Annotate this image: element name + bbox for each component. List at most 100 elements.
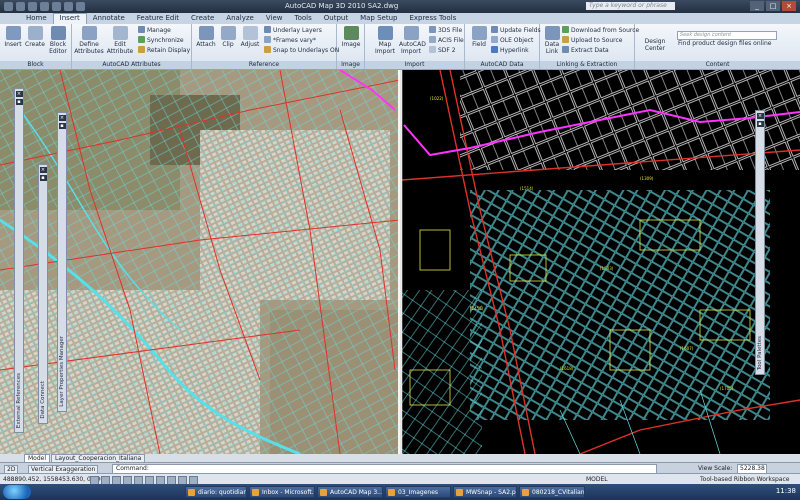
retain-display-dropdown[interactable]: Retain Display bbox=[138, 46, 190, 55]
hyperlink-button[interactable]: Hyperlink bbox=[491, 46, 529, 55]
tab-home[interactable]: Home bbox=[20, 13, 53, 24]
tab-view[interactable]: View bbox=[260, 13, 289, 24]
underlay-layers-button[interactable]: Underlay Layers bbox=[264, 26, 322, 35]
adjust-button[interactable]: Adjust bbox=[238, 26, 262, 48]
reference-panel-title[interactable]: Reference bbox=[192, 61, 336, 69]
block-editor-button[interactable]: Block Editor bbox=[46, 26, 70, 55]
tab-model[interactable]: Model bbox=[24, 454, 51, 462]
tab-analyze[interactable]: Analyze bbox=[220, 13, 260, 24]
tab-map-setup[interactable]: Map Setup bbox=[354, 13, 403, 24]
palette-autohide-icon[interactable]: ▪ bbox=[58, 123, 66, 129]
define-attributes-button[interactable]: Define Attributes bbox=[74, 26, 104, 55]
import-sdf-button[interactable]: SDF 2 bbox=[429, 46, 456, 55]
taskbar-item[interactable]: AutoCAD Map 3... bbox=[317, 486, 383, 498]
model-space-indicator[interactable]: MODEL bbox=[586, 475, 608, 484]
help-search-input[interactable]: Type a keyword or phrase bbox=[586, 2, 675, 10]
synchronize-button[interactable]: Synchronize bbox=[138, 36, 184, 45]
redo-icon[interactable] bbox=[64, 2, 73, 11]
plot-icon[interactable] bbox=[76, 2, 85, 11]
layout-tabs: Model Layout_Cooperacion_Italiana bbox=[0, 454, 800, 462]
taskbar-item[interactable]: 03_Imagenes bbox=[385, 486, 451, 498]
block-panel-title[interactable]: Block bbox=[0, 61, 71, 69]
drawing-viewport[interactable]: (1022) (1514) (1503) (1607) (1455) (1618) (… bbox=[0, 70, 800, 454]
tab-express-tools[interactable]: Express Tools bbox=[403, 13, 462, 24]
start-button[interactable] bbox=[3, 485, 31, 499]
data-panel-title[interactable]: AutoCAD Data bbox=[465, 61, 539, 69]
design-content-search-input[interactable]: Seek design content bbox=[677, 31, 777, 40]
palette-autohide-icon[interactable]: ▪ bbox=[756, 121, 764, 127]
taskbar-item[interactable]: diario: quotidian... bbox=[185, 486, 247, 498]
title-bar: AutoCAD Map 3D 2010 SA2.dwg Type a keywo… bbox=[0, 0, 800, 13]
layer-properties-palette[interactable]: × ▪ Layer Properties Manager bbox=[57, 112, 67, 412]
minimize-button[interactable]: _ bbox=[750, 1, 764, 11]
update-fields-button[interactable]: Update Fields bbox=[491, 26, 541, 35]
manage-button[interactable]: Manage bbox=[138, 26, 171, 35]
upload-icon bbox=[562, 36, 569, 43]
palette-close-icon[interactable]: × bbox=[15, 91, 23, 97]
map-import-button[interactable]: Map Import bbox=[373, 26, 397, 55]
taskbar-item[interactable]: 080218_CVitalian... bbox=[519, 486, 585, 498]
linking-panel-title[interactable]: Linking & Extraction bbox=[540, 61, 634, 69]
open-icon[interactable] bbox=[28, 2, 37, 11]
field-icon bbox=[471, 26, 487, 40]
tab-annotate[interactable]: Annotate bbox=[87, 13, 131, 24]
palette-autohide-icon[interactable]: ▪ bbox=[39, 175, 47, 181]
tab-create[interactable]: Create bbox=[185, 13, 220, 24]
insert-block-button[interactable]: Insert bbox=[1, 26, 25, 48]
palette-autohide-icon[interactable]: ▪ bbox=[15, 99, 23, 105]
upload-source-button[interactable]: Upload to Source bbox=[562, 36, 622, 45]
snap-underlays-dropdown[interactable]: Snap to Underlays ON bbox=[264, 46, 339, 55]
undo-icon[interactable] bbox=[52, 2, 61, 11]
external-references-palette[interactable]: × ▪ External References bbox=[14, 88, 24, 433]
new-icon[interactable] bbox=[16, 2, 25, 11]
synchronize-icon bbox=[138, 36, 145, 43]
save-icon[interactable] bbox=[40, 2, 49, 11]
system-clock[interactable]: 11:38 bbox=[776, 487, 796, 495]
retain-display-icon bbox=[138, 46, 145, 53]
ole-object-button[interactable]: OLE Object bbox=[491, 36, 533, 45]
app-menu-icon[interactable] bbox=[4, 2, 13, 11]
workspace-switcher[interactable]: Tool-based Ribbon Workspace bbox=[700, 475, 789, 484]
clip-button[interactable]: Clip bbox=[216, 26, 240, 48]
extract-data-button[interactable]: Extract Data bbox=[562, 46, 609, 55]
ole-object-icon bbox=[491, 36, 498, 43]
create-block-button[interactable]: Create bbox=[23, 26, 47, 48]
content-panel-title[interactable]: Content bbox=[635, 61, 800, 69]
tab-output[interactable]: Output bbox=[318, 13, 354, 24]
close-button[interactable]: × bbox=[782, 1, 796, 11]
image-panel-title[interactable]: Image bbox=[337, 61, 364, 69]
block-editor-icon bbox=[50, 26, 66, 40]
tool-palettes-palette[interactable]: × ▪ Tool Palettes bbox=[755, 110, 765, 375]
taskbar-item[interactable]: Inbox - Microsoft... bbox=[249, 486, 315, 498]
frames-vary-dropdown[interactable]: *Frames vary* bbox=[264, 36, 316, 45]
palette-close-icon[interactable]: × bbox=[58, 115, 66, 121]
map-canvas[interactable]: (1022) (1514) (1503) (1607) (1455) (1618) (… bbox=[0, 70, 800, 454]
download-source-button[interactable]: Download from Source bbox=[562, 26, 639, 35]
map-import-icon bbox=[377, 26, 393, 40]
data-link-button[interactable]: Data Link bbox=[540, 26, 564, 55]
find-design-files-link[interactable]: Find product design files online bbox=[678, 40, 771, 48]
frames-icon bbox=[264, 36, 271, 43]
attributes-panel-title[interactable]: AutoCAD Attributes bbox=[72, 61, 191, 69]
edit-attribute-button[interactable]: Edit Attribute bbox=[106, 26, 134, 55]
import-acis-button[interactable]: ACIS File bbox=[429, 36, 464, 45]
design-center-button[interactable]: Design Center bbox=[637, 38, 673, 52]
define-attributes-icon bbox=[81, 26, 97, 40]
import-panel-title[interactable]: Import bbox=[365, 61, 464, 69]
field-button[interactable]: Field bbox=[467, 26, 491, 48]
autocad-import-button[interactable]: AutoCAD Import bbox=[399, 26, 426, 55]
tab-tools[interactable]: Tools bbox=[289, 13, 318, 24]
sdf-icon bbox=[429, 46, 436, 53]
palette-close-icon[interactable]: × bbox=[756, 113, 764, 119]
data-connect-palette[interactable]: × ▪ Data Connect bbox=[38, 164, 48, 424]
tab-insert[interactable]: Insert bbox=[52, 13, 87, 24]
import-3ds-button[interactable]: 3DS File bbox=[429, 26, 462, 35]
attach-button[interactable]: Attach bbox=[194, 26, 218, 48]
image-button[interactable]: Image bbox=[339, 26, 363, 48]
tab-layout[interactable]: Layout_Cooperacion_Italiana bbox=[51, 454, 146, 462]
taskbar-item[interactable]: MWSnap - SA2.p... bbox=[453, 486, 517, 498]
palette-close-icon[interactable]: × bbox=[39, 167, 47, 173]
maximize-button[interactable]: □ bbox=[766, 1, 780, 11]
tab-feature-edit[interactable]: Feature Edit bbox=[131, 13, 185, 24]
quick-access-toolbar[interactable] bbox=[4, 2, 85, 11]
